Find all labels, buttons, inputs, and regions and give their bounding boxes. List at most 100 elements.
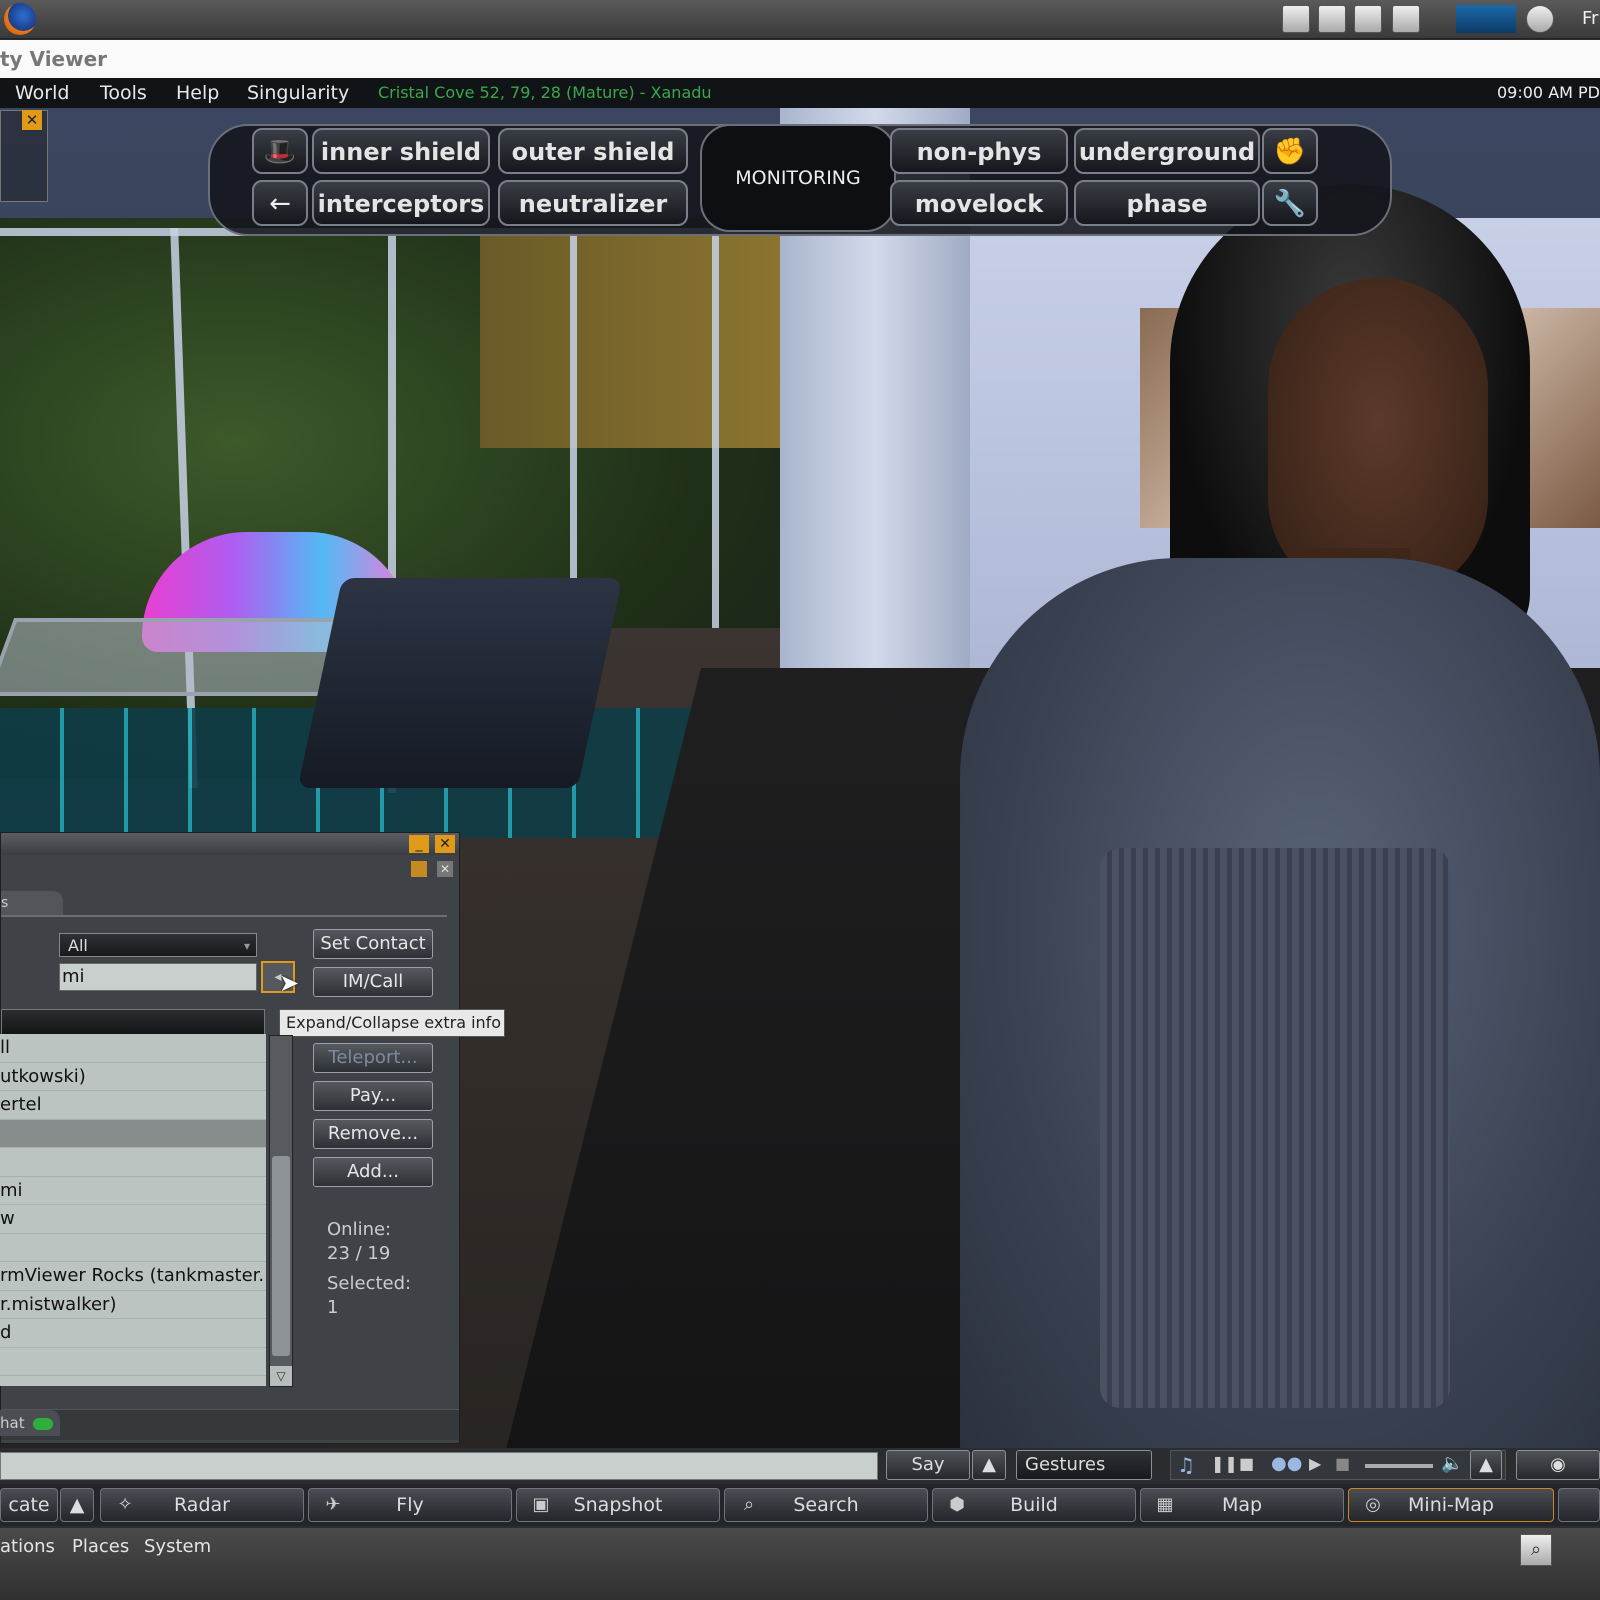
stop-icon[interactable]: ■ <box>1335 1454 1350 1473</box>
os-clock[interactable]: Fr <box>1582 8 1598 29</box>
music-icon[interactable]: ♫ <box>1177 1453 1195 1477</box>
avatar-sweater <box>1100 848 1450 1408</box>
radar-button[interactable]: ✧ Radar <box>100 1488 304 1522</box>
mouse-cursor-icon: ➤ <box>279 969 300 997</box>
scrollbar[interactable]: ▽ <box>269 1035 293 1387</box>
stop-icon[interactable]: ■ <box>1239 1454 1254 1473</box>
fly-button[interactable]: ✈ Fly <box>308 1488 512 1522</box>
menu-help[interactable]: Help <box>176 78 219 108</box>
location-text[interactable]: Cristal Cove 52, 79, 28 (Mature) - Xanad… <box>378 78 712 108</box>
set-contact-button[interactable]: Set Contact <box>313 929 433 959</box>
pause-icon[interactable]: ❚❚ <box>1211 1454 1238 1473</box>
chat-tab[interactable]: hat <box>0 1410 60 1436</box>
non-phys-button[interactable]: non-phys <box>890 128 1068 174</box>
list-item[interactable]: utkowski) <box>0 1063 266 1091</box>
chat-type-chevron-icon[interactable]: ▲ <box>972 1450 1006 1480</box>
tearoff-icon[interactable] <box>411 861 427 877</box>
wrench-icon[interactable]: 🔧 <box>1262 180 1318 226</box>
locate-expand-icon[interactable]: ▲ <box>60 1488 94 1522</box>
menu-tools[interactable]: Tools <box>100 78 147 108</box>
list-item[interactable]: w <box>0 1205 266 1234</box>
scroll-down-icon[interactable]: ▽ <box>270 1366 292 1386</box>
minimap-label: Mini-Map <box>1408 1494 1494 1516</box>
media-icon[interactable]: ●● <box>1271 1453 1302 1474</box>
menu-applications[interactable]: ations <box>0 1536 55 1557</box>
menu-places[interactable]: Places <box>72 1536 129 1557</box>
list-item[interactable]: mi <box>0 1177 266 1205</box>
outer-shield-button[interactable]: outer shield <box>498 128 688 174</box>
friends-list[interactable]: ll utkowski) ertel mi w rmViewer Rocks (… <box>0 1034 266 1386</box>
remove-button[interactable]: Remove... <box>313 1119 433 1149</box>
filter-dropdown[interactable]: All ▾ <box>59 933 257 957</box>
building-wall <box>480 228 780 448</box>
os-bottom-panel: ations Places System ⌕ <box>0 1528 1600 1600</box>
interceptors-button[interactable]: interceptors <box>312 180 490 226</box>
search-value: mi <box>62 966 85 987</box>
list-item[interactable]: d <box>0 1319 266 1348</box>
window-title-text: ty Viewer <box>0 47 108 71</box>
tooltip-text: Expand/Collapse extra info <box>286 1013 502 1032</box>
search-button[interactable]: ⌕ Search <box>724 1488 928 1522</box>
close-icon[interactable]: ✕ <box>22 110 42 130</box>
search-input[interactable]: mi <box>59 963 257 991</box>
network-icon[interactable] <box>1392 5 1420 33</box>
phase-button[interactable]: phase <box>1074 180 1260 226</box>
list-item[interactable]: ll <box>0 1034 266 1063</box>
say-button[interactable]: Say <box>886 1450 970 1480</box>
list-item[interactable] <box>0 1348 266 1376</box>
neutralizer-button[interactable]: neutralizer <box>498 180 688 226</box>
im-call-button[interactable]: IM/Call <box>313 967 433 997</box>
play-icon[interactable]: ▶ <box>1309 1454 1321 1473</box>
toolbar-overflow[interactable] <box>1558 1488 1600 1522</box>
drive-icon[interactable] <box>1354 5 1382 33</box>
gestures-dropdown[interactable]: Gestures <box>1016 1450 1152 1480</box>
media-controls: ♫ ❚❚ ■ ●● ▶ ■ 🔈 <box>1170 1450 1506 1480</box>
minimap-button[interactable]: ◎ Mini-Map <box>1348 1488 1554 1522</box>
menu-singularity[interactable]: Singularity <box>247 78 349 108</box>
pay-button[interactable]: Pay... <box>313 1081 433 1111</box>
list-item[interactable] <box>0 1376 266 1386</box>
teleport-button[interactable]: Teleport... <box>313 1043 433 1073</box>
snapshot-button[interactable]: ▣ Snapshot <box>516 1488 720 1522</box>
add-button[interactable]: Add... <box>313 1157 433 1187</box>
list-item[interactable]: ertel <box>0 1091 266 1120</box>
drive-icon[interactable] <box>1318 5 1346 33</box>
movelock-button[interactable]: movelock <box>890 180 1068 226</box>
list-item[interactable] <box>0 1234 266 1262</box>
list-header[interactable] <box>1 1009 265 1035</box>
fist-icon[interactable]: ✊ <box>1262 128 1318 174</box>
panel-footer <box>1 1409 459 1440</box>
panel-titlebar[interactable] <box>1 833 459 855</box>
locate-button[interactable]: cate <box>0 1488 58 1522</box>
tab-divider <box>1 915 447 917</box>
voice-icon[interactable]: ◉ <box>1516 1450 1600 1480</box>
underground-button[interactable]: underground <box>1074 128 1260 174</box>
chat-input[interactable] <box>0 1452 878 1480</box>
menu-system[interactable]: System <box>144 1536 211 1557</box>
close-icon[interactable]: ✕ <box>435 835 455 853</box>
tab-friends[interactable]: s <box>1 891 63 915</box>
inner-shield-button[interactable]: inner shield <box>312 128 490 174</box>
list-item[interactable]: rmViewer Rocks (tankmaster... <box>0 1262 266 1291</box>
firefox-icon[interactable] <box>4 3 36 35</box>
list-item[interactable]: r.mistwalker) <box>0 1291 266 1319</box>
build-label: Build <box>1010 1494 1058 1516</box>
build-button[interactable]: ⬢ Build <box>932 1488 1136 1522</box>
back-arrow-icon[interactable]: ← <box>252 180 308 226</box>
chair <box>297 578 623 788</box>
minimize-icon[interactable]: _ <box>409 835 429 853</box>
drive-icon[interactable] <box>1282 5 1310 33</box>
map-button[interactable]: ▦ Map <box>1140 1488 1344 1522</box>
sl-clock: 09:00 AM PD <box>1497 83 1600 102</box>
user-icon[interactable] <box>1526 5 1554 33</box>
speaker-icon[interactable]: 🔈 <box>1441 1453 1463 1474</box>
magnifier-icon[interactable]: ⌕ <box>1520 1534 1552 1566</box>
list-item[interactable] <box>0 1148 266 1177</box>
scrollbar-thumb[interactable] <box>272 1156 290 1356</box>
menu-world[interactable]: World <box>15 78 69 108</box>
hat-icon[interactable]: 🎩 <box>252 128 308 174</box>
volume-slider[interactable] <box>1365 1464 1433 1468</box>
list-item-selected[interactable] <box>0 1119 266 1148</box>
expand-media-icon[interactable]: ▲ <box>1470 1450 1502 1480</box>
close-icon[interactable]: ✕ <box>437 861 453 877</box>
